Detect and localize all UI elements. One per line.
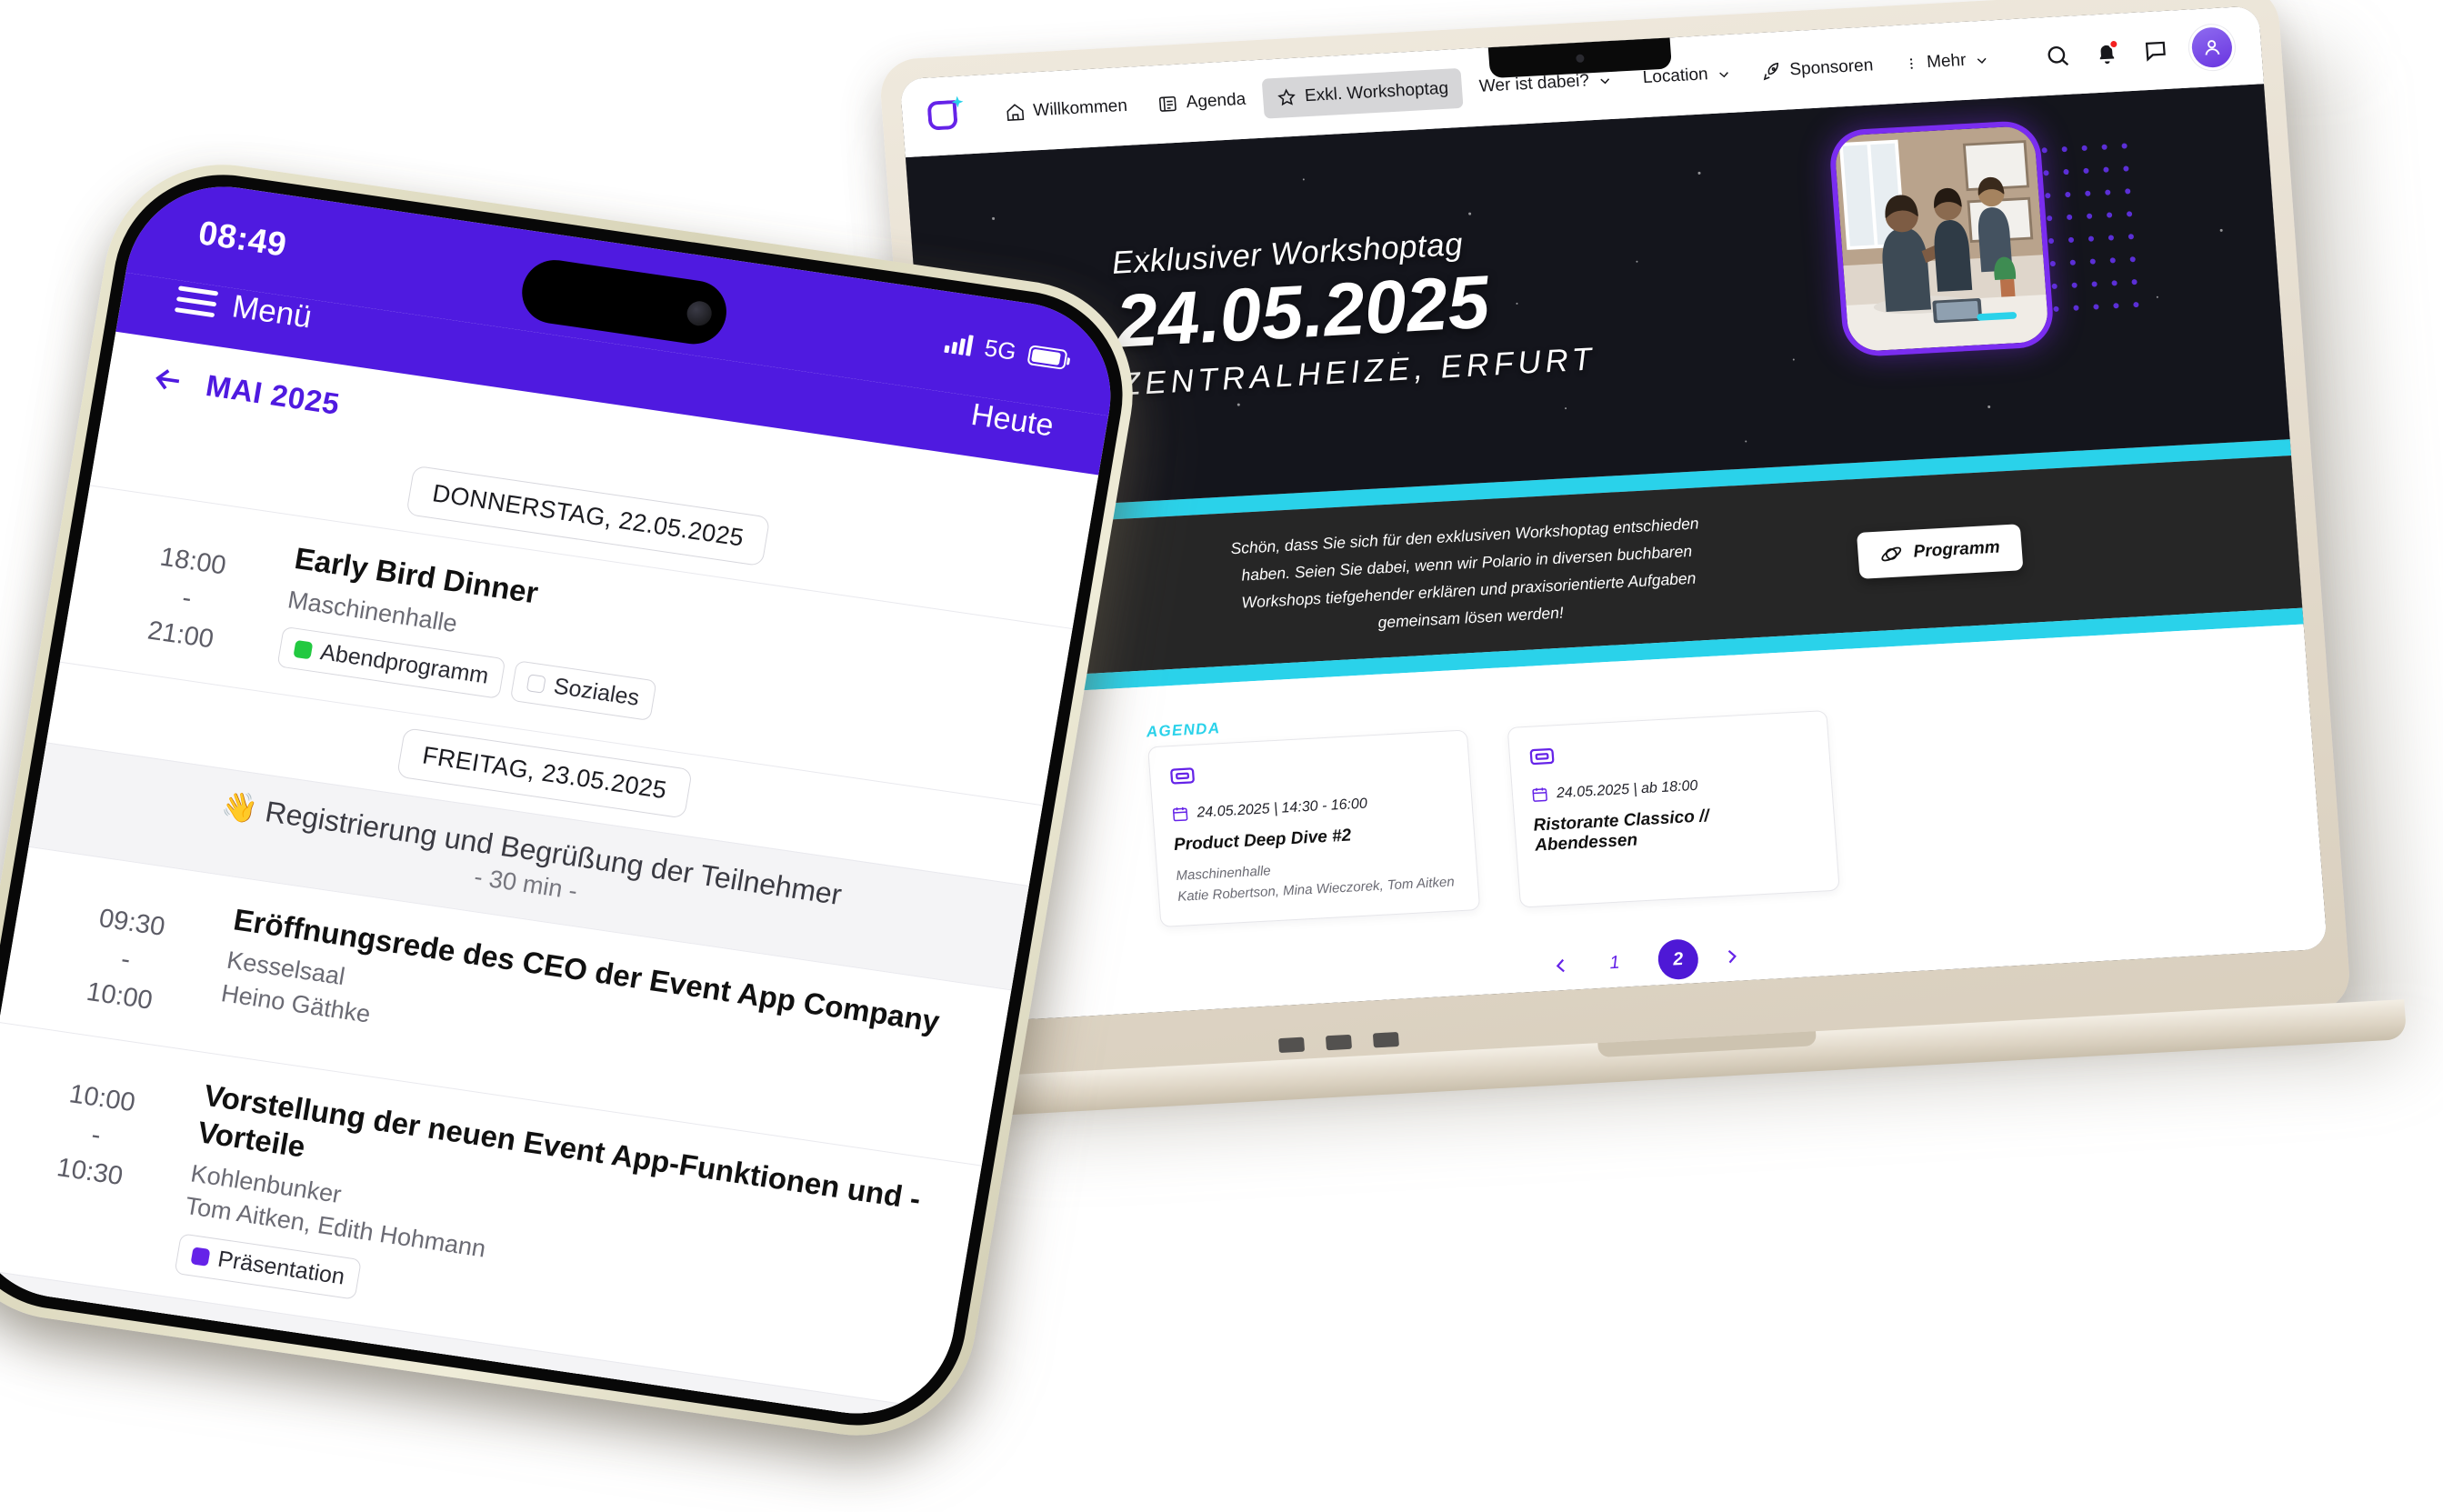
- pagination-page-2[interactable]: 2: [1657, 938, 1700, 981]
- phone-month-label: MAI 2025: [203, 368, 343, 421]
- sparkle-icon: [949, 95, 966, 111]
- laptop-foot: [1325, 1034, 1353, 1051]
- agenda-card-when: 24.05.2025 | ab 18:00: [1530, 771, 1813, 804]
- event-time: 18:00 - 21:00: [105, 516, 271, 666]
- phone-bezel: 08:49 5G Kalender: [0, 160, 1139, 1440]
- avatar[interactable]: [2190, 26, 2234, 69]
- event-time: 09:30 - 10:00: [45, 876, 210, 1026]
- pagination-page-1[interactable]: 1: [1593, 942, 1636, 984]
- polario-logo-icon[interactable]: [925, 94, 969, 137]
- ticket-icon: [1529, 747, 1555, 766]
- status-time: 08:49: [195, 214, 290, 264]
- phone-screen: 08:49 5G Kalender: [0, 174, 1126, 1427]
- agenda-card-when-text: 24.05.2025 | ab 18:00: [1556, 777, 1698, 801]
- battery-icon: [1026, 344, 1068, 370]
- agenda-icon: [1159, 95, 1177, 112]
- chevron-down-icon: [1600, 77, 1610, 84]
- signal-icon: [944, 332, 975, 356]
- user-icon: [2205, 40, 2220, 55]
- arrow-left-icon[interactable]: [147, 359, 189, 400]
- status-system-icons: 5G: [944, 328, 1068, 374]
- agenda-card[interactable]: 24.05.2025 | ab 18:00 Ristorante Classic…: [1507, 710, 1840, 908]
- front-camera-icon: [685, 299, 714, 327]
- rocket-icon: [1763, 62, 1779, 81]
- chevron-down-icon: [1977, 57, 1987, 64]
- agenda-card[interactable]: 24.05.2025 | 14:30 - 16:00 Product Deep …: [1147, 729, 1481, 927]
- network-label: 5G: [982, 334, 1018, 365]
- break-emoji: 👋: [219, 787, 261, 826]
- nav-right-actions: [2044, 26, 2239, 76]
- ticket-icon: [1170, 767, 1195, 785]
- tag-label: Abendprogramm: [318, 639, 491, 689]
- dots-vertical-icon: [1909, 58, 1913, 69]
- chat-icon[interactable]: [2142, 37, 2169, 64]
- nav-item-agenda[interactable]: Agenda: [1143, 79, 1261, 125]
- nav-label: Sponsoren: [1788, 55, 1875, 80]
- agenda-card-when: 24.05.2025 | 14:30 - 16:00: [1171, 790, 1454, 823]
- event-tag[interactable]: Soziales: [509, 660, 657, 722]
- intro-text: Schön, dass Sie sich für den exklusiven …: [1229, 514, 1700, 632]
- tag-label: Soziales: [551, 673, 642, 712]
- nav-label: Willkommen: [1032, 95, 1128, 121]
- event-time: 10:00 - 10:30: [15, 1052, 180, 1202]
- search-icon[interactable]: [2044, 43, 2071, 69]
- programm-button[interactable]: Programm: [1856, 523, 2024, 579]
- tag-color-swatch: [526, 674, 546, 695]
- nav-label: Agenda: [1186, 89, 1247, 113]
- chevron-down-icon: [1719, 71, 1728, 77]
- phone-device: 08:49 5G Kalender: [0, 149, 1186, 1497]
- calendar-icon: [1172, 806, 1188, 822]
- nav-item-mehr[interactable]: Mehr: [1889, 39, 2004, 85]
- nav-item-exkl-workshoptag[interactable]: Exkl. Workshoptag: [1261, 67, 1464, 119]
- star-icon: [1277, 88, 1296, 106]
- tag-color-swatch: [293, 640, 314, 660]
- tag-label: Präsentation: [215, 1246, 347, 1290]
- nav-label: Exkl. Workshoptag: [1304, 78, 1449, 106]
- workshop-photo: [1833, 125, 2050, 353]
- phone-frame: 08:49 5G Kalender: [0, 149, 1151, 1451]
- pagination-next-icon[interactable]: [1721, 946, 1743, 966]
- webcam-icon: [1576, 54, 1585, 64]
- hamburger-icon: [174, 285, 219, 317]
- bell-icon[interactable]: [2093, 38, 2120, 66]
- laptop-foot: [1277, 1036, 1306, 1054]
- agenda-card-title: Ristorante Classico // Abendessen: [1532, 806, 1710, 856]
- planet-icon: [1881, 546, 1902, 561]
- nav-item-willkommen[interactable]: Willkommen: [990, 85, 1142, 134]
- nav-label: Mehr: [1926, 50, 1967, 73]
- tag-color-swatch: [190, 1247, 211, 1267]
- calendar-icon: [1532, 787, 1547, 802]
- pagination-prev-icon[interactable]: [1550, 956, 1572, 976]
- mockup-stage: Willkommen Agenda Exkl. Workshoptag Wer …: [0, 0, 2443, 1512]
- home-icon: [1006, 104, 1025, 121]
- agenda-card-title: Product Deep Dive #2: [1173, 826, 1352, 856]
- laptop-foot: [1372, 1031, 1399, 1048]
- hero-photo-card: [1827, 119, 2056, 358]
- agenda-card-when-text: 24.05.2025 | 14:30 - 16:00: [1196, 796, 1368, 821]
- nav-item-sponsoren[interactable]: Sponsoren: [1747, 45, 1888, 93]
- phone-calendar-list: DONNERSTAG, 22.05.2025 18:00 - 21:00 Ear…: [0, 405, 1086, 1427]
- event-time: [0, 1400, 122, 1427]
- programm-button-label: Programm: [1912, 537, 2001, 562]
